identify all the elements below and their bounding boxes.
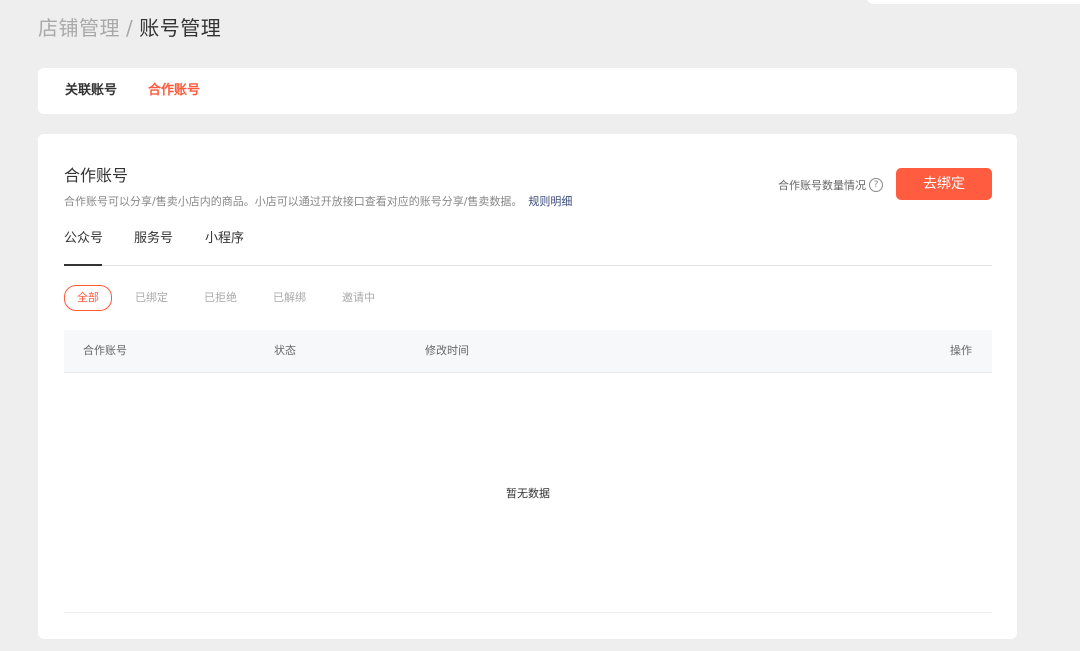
filter-inviting[interactable]: 邀请中 <box>329 285 388 311</box>
table-body: 暂无数据 <box>64 373 992 613</box>
column-header-actions: 操作 <box>950 344 972 357</box>
breadcrumb-current: 账号管理 <box>139 16 222 40</box>
partner-accounts-panel: 合作账号 合作账号可以分享/售卖小店内的商品。小店可以通过开放接口查看对应的账号… <box>38 134 1017 639</box>
tab-mini-program[interactable]: 小程序 <box>205 227 244 265</box>
tab-partner-accounts[interactable]: 合作账号 <box>148 68 200 114</box>
section-title: 合作账号 <box>64 166 129 185</box>
breadcrumb: 店铺管理 / 账号管理 <box>38 12 221 44</box>
account-platform-tabs: 公众号 服务号 小程序 <box>64 222 992 266</box>
help-icon[interactable]: ? <box>869 178 883 192</box>
filter-all[interactable]: 全部 <box>64 285 112 311</box>
filter-bound[interactable]: 已绑定 <box>122 285 181 311</box>
section-description: 合作账号可以分享/售卖小店内的商品。小店可以通过开放接口查看对应的账号分享/售卖… <box>64 193 572 209</box>
breadcrumb-parent[interactable]: 店铺管理 <box>38 16 120 40</box>
tab-service-account[interactable]: 服务号 <box>134 227 173 265</box>
column-header-modified-time: 修改时间 <box>425 344 469 357</box>
filter-rejected[interactable]: 已拒绝 <box>191 285 250 311</box>
bind-button[interactable]: 去绑定 <box>896 168 992 200</box>
empty-state-text: 暂无数据 <box>506 487 550 500</box>
tab-official-account[interactable]: 公众号 <box>64 227 103 266</box>
top-right-panel-edge <box>866 0 1080 4</box>
breadcrumb-separator: / <box>126 16 134 40</box>
tab-linked-accounts[interactable]: 关联账号 <box>65 68 117 114</box>
account-type-tabs: 关联账号 合作账号 <box>38 68 1017 114</box>
column-header-account: 合作账号 <box>83 344 127 357</box>
column-header-status: 状态 <box>274 344 296 357</box>
partner-accounts-table: 合作账号 状态 修改时间 操作 暂无数据 <box>64 330 992 613</box>
account-quota-info[interactable]: 合作账号数量情况 ? <box>778 177 883 193</box>
status-filters: 全部 已绑定 已拒绝 已解绑 邀请中 <box>64 285 398 311</box>
filter-unbound[interactable]: 已解绑 <box>260 285 319 311</box>
rule-details-link[interactable]: 规则明细 <box>528 195 572 208</box>
quota-label: 合作账号数量情况 <box>778 179 866 192</box>
description-text: 合作账号可以分享/售卖小店内的商品。小店可以通过开放接口查看对应的账号分享/售卖… <box>64 195 523 208</box>
table-header: 合作账号 状态 修改时间 操作 <box>64 330 992 373</box>
